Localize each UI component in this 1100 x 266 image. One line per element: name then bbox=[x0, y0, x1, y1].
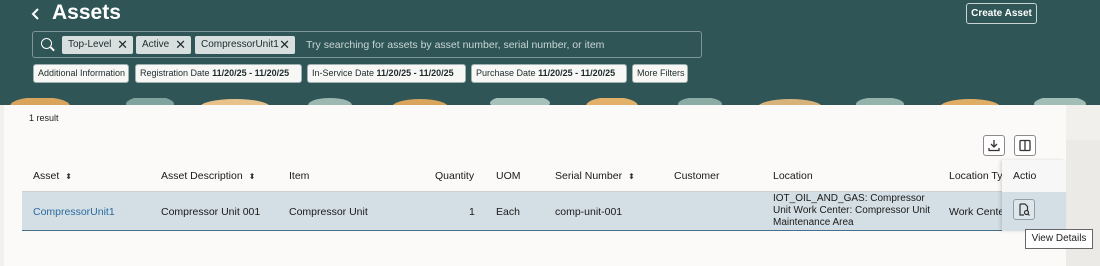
column-header-asset[interactable]: Asset ⬍ bbox=[33, 170, 72, 182]
column-header-location[interactable]: Location bbox=[773, 170, 813, 182]
column-header-customer[interactable]: Customer bbox=[674, 170, 720, 182]
columns-icon bbox=[1019, 139, 1031, 152]
column-header-item[interactable]: Item bbox=[289, 170, 309, 182]
column-header-location-type[interactable]: Location Typ bbox=[949, 170, 1008, 182]
sort-icon[interactable]: ⬍ bbox=[628, 172, 635, 181]
purchase-date-filter[interactable]: Purchase Date 11/20/25 - 11/20/25 bbox=[471, 64, 627, 83]
close-icon[interactable]: ✕ bbox=[279, 36, 290, 54]
page-title: Assets bbox=[52, 1, 121, 24]
sort-icon[interactable]: ⬍ bbox=[249, 172, 256, 181]
close-icon[interactable]: ✕ bbox=[175, 36, 186, 54]
search-icon bbox=[41, 38, 52, 49]
columns-button[interactable] bbox=[1014, 135, 1036, 156]
chevron-left-icon[interactable] bbox=[30, 4, 42, 29]
asset-link[interactable]: CompressorUnit1 bbox=[33, 206, 115, 218]
close-icon[interactable]: ✕ bbox=[117, 36, 128, 54]
more-filters-button[interactable]: More Filters bbox=[632, 64, 688, 83]
download-button[interactable] bbox=[983, 135, 1005, 156]
view-details-icon bbox=[1019, 203, 1030, 216]
chip-label: CompressorUnit1 bbox=[201, 39, 279, 50]
search-bar[interactable]: Top-Level ✕ Active ✕ CompressorUnit1 ✕ T… bbox=[32, 31, 702, 58]
create-asset-button[interactable]: Create Asset bbox=[966, 3, 1037, 24]
column-header-quantity[interactable]: Quantity bbox=[435, 170, 474, 182]
results-panel bbox=[4, 105, 1066, 266]
tooltip: View Details bbox=[1025, 229, 1093, 249]
sort-icon[interactable]: ⬍ bbox=[65, 172, 72, 181]
filter-chip-compressorunit1[interactable]: CompressorUnit1 ✕ bbox=[195, 36, 295, 54]
search-input[interactable]: Try searching for assets by asset number… bbox=[306, 39, 604, 51]
decorative-banner bbox=[0, 95, 1100, 105]
quantity-cell: 1 bbox=[469, 206, 475, 218]
asset-description-cell: Compressor Unit 001 bbox=[161, 206, 261, 218]
view-details-button[interactable] bbox=[1013, 199, 1035, 220]
filter-chip-active[interactable]: Active ✕ bbox=[136, 36, 191, 54]
column-header-asset-description[interactable]: Asset Description ⬍ bbox=[161, 170, 255, 182]
additional-information-button[interactable]: Additional Information bbox=[33, 64, 129, 83]
result-count: 1 result bbox=[29, 113, 59, 123]
filter-chip-top-level[interactable]: Top-Level ✕ bbox=[62, 36, 133, 54]
serial-number-cell: comp-unit-001 bbox=[555, 206, 623, 218]
chip-label: Top-Level bbox=[68, 39, 112, 50]
download-icon bbox=[988, 140, 1000, 152]
uom-cell: Each bbox=[496, 206, 520, 218]
column-header-serial-number[interactable]: Serial Number ⬍ bbox=[555, 170, 635, 182]
column-header-actions: Actio bbox=[1013, 170, 1037, 182]
in-service-date-filter[interactable]: In-Service Date 11/20/25 - 11/20/25 bbox=[307, 64, 466, 83]
chip-label: Active bbox=[142, 39, 170, 50]
location-type-cell: Work Center bbox=[949, 206, 1008, 218]
location-cell: IOT_OIL_AND_GAS: Compressor Unit Work Ce… bbox=[773, 193, 931, 228]
registration-date-filter[interactable]: Registration Date 11/20/25 - 11/20/25 bbox=[135, 64, 302, 83]
column-header-uom[interactable]: UOM bbox=[496, 170, 521, 182]
item-cell: Compressor Unit bbox=[289, 206, 368, 218]
